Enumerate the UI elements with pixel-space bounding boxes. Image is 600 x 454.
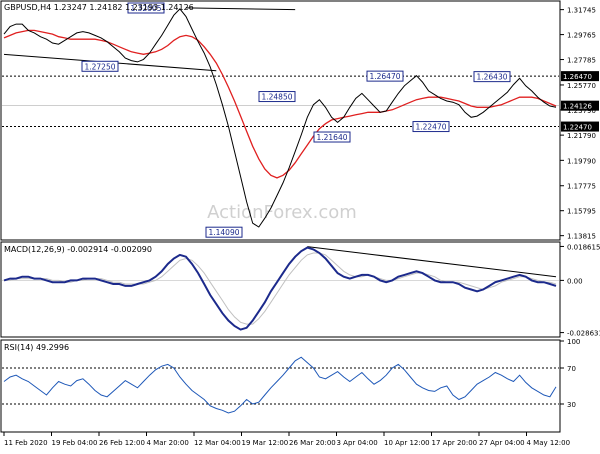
y-tick-label: 0.00 — [567, 277, 583, 285]
rsi-title: RSI(14) 49.2996 — [4, 343, 69, 352]
annotation-label: 1.21640 — [316, 133, 347, 142]
price-level-tag-label: 1.22470 — [563, 124, 592, 132]
macd-panel: 0.018615 0.00 -0.028631 MACD(12,26,9) -0.0… — [0, 241, 600, 338]
annotation-label: 1.14090 — [208, 228, 239, 237]
y-tick-label: 1.25770 — [567, 82, 596, 90]
y-tick-label: 1.27785 — [567, 57, 596, 65]
x-tick-label: 19 Feb 04:00 — [52, 439, 98, 447]
annotation-label: 1.26430 — [476, 73, 507, 82]
y-tick-label: 1.15795 — [567, 208, 596, 216]
y-tick-label: 0.018615 — [567, 243, 600, 251]
y-tick-label: 1.13815 — [567, 233, 596, 241]
y-tick-label: 30 — [567, 401, 576, 409]
x-tick-label: 10 Apr 12:00 — [384, 439, 430, 447]
y-tick-label: 1.21790 — [567, 132, 596, 140]
annotation-label: 1.22470 — [415, 123, 446, 132]
x-tick-label: 27 Apr 04:00 — [479, 439, 525, 447]
x-tick-label: 4 May 12:00 — [527, 439, 571, 447]
macd-y-axis: 0.018615 0.00 -0.028631 — [560, 243, 600, 338]
x-tick-label: 4 Mar 20:00 — [147, 439, 189, 447]
price-panel: ActionForex.com 1.320051.272501.140901.2… — [0, 0, 599, 241]
watermark: ActionForex.com — [207, 202, 357, 223]
y-tick-label: 70 — [567, 365, 576, 373]
rsi-panel: 100 70 30 RSI(14) 49.2996 — [0, 338, 580, 433]
annotation-label: 1.27250 — [84, 62, 115, 71]
x-tick-label: 26 Feb 12:00 — [99, 439, 145, 447]
y-tick-label: -0.028631 — [567, 330, 600, 338]
macd-title: MACD(12,26,9) -0.002914 -0.002090 — [4, 245, 152, 254]
price-title: GBPUSD,H4 1.23247 1.24182 1.23193 1.2412… — [4, 3, 194, 12]
rsi-panel-frame — [0, 339, 561, 433]
annotation-label: 1.24850 — [261, 93, 292, 102]
y-tick-label: 1.31745 — [567, 7, 596, 15]
y-tick-label: 100 — [567, 338, 580, 346]
price-level-tag-label: 1.26470 — [563, 73, 592, 81]
y-tick-label: 1.19790 — [567, 157, 596, 165]
y-tick-label: 1.29765 — [567, 32, 596, 40]
x-tick-label: 3 Apr 04:00 — [337, 439, 378, 447]
x-tick-label: 19 Mar 12:00 — [242, 439, 289, 447]
chart-root: ActionForex.com 1.32005 1.27250 1.14090 1.2… — [0, 0, 600, 450]
x-tick-label: 17 Apr 20:00 — [432, 439, 478, 447]
x-axis: 11 Feb 2020 19 Feb 04:00 26 Feb 12:00 4 Mar… — [3, 432, 571, 447]
y-tick-label: 1.17775 — [567, 183, 596, 191]
current-price-tag-label: 1.24126 — [563, 103, 592, 111]
annotation-label: 1.26470 — [369, 72, 400, 81]
x-tick-label: 12 Mar 04:00 — [194, 439, 241, 447]
rsi-y-axis: 100 70 30 — [560, 338, 580, 409]
price-y-axis: 1.317451.297651.277851.257701.237901.217… — [560, 7, 599, 241]
x-tick-label: 26 Mar 20:00 — [289, 439, 336, 447]
chart-svg: ActionForex.com 1.320051.272501.140901.2… — [0, 0, 600, 447]
x-tick-label: 11 Feb 2020 — [4, 439, 48, 447]
macd-panel-frame — [0, 241, 561, 338]
